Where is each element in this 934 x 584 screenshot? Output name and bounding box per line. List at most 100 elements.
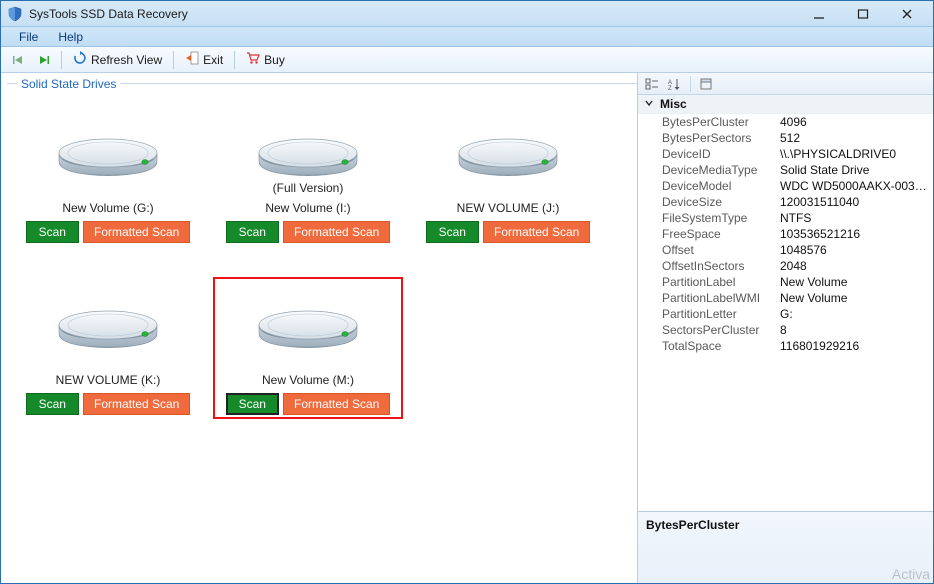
property-pages-icon[interactable]	[696, 75, 716, 93]
cart-icon	[246, 51, 260, 68]
drive-card[interactable]: (Full Version) New Volume (I:) Scan Form…	[213, 105, 403, 247]
property-key: DeviceSize	[662, 195, 780, 209]
toolbar: Refresh View Exit Buy	[1, 47, 933, 73]
scan-button[interactable]: Scan	[26, 221, 79, 243]
buy-button[interactable]: Buy	[241, 49, 290, 70]
formatted-scan-button[interactable]: Formatted Scan	[483, 221, 590, 243]
description-pane: BytesPerCluster	[638, 511, 933, 583]
alphabetical-view-icon[interactable]: AZ	[665, 75, 685, 93]
window-title: SysTools SSD Data Recovery	[29, 7, 797, 21]
property-value: New Volume	[780, 275, 933, 289]
property-row[interactable]: SectorsPerCluster 8	[638, 322, 933, 338]
drive-icon	[453, 109, 563, 181]
property-value: 8	[780, 323, 933, 337]
drive-name: New Volume (G:)	[62, 201, 153, 215]
property-row[interactable]: DeviceID \\.\PHYSICALDRIVE0	[638, 146, 933, 162]
drive-card[interactable]: NEW VOLUME (K:) Scan Formatted Scan	[13, 277, 203, 419]
properties-group-header[interactable]: Misc	[638, 95, 933, 114]
formatted-scan-button[interactable]: Formatted Scan	[283, 221, 390, 243]
nav-next-button[interactable]	[33, 52, 55, 68]
property-row[interactable]: DeviceMediaType Solid State Drive	[638, 162, 933, 178]
drives-pane: Solid State Drives New Volume (G:) Scan …	[1, 73, 637, 583]
properties-grid[interactable]: Misc BytesPerCluster 4096 BytesPerSector…	[638, 95, 933, 511]
property-key: FileSystemType	[662, 211, 780, 225]
menu-file[interactable]: File	[9, 28, 48, 46]
property-row[interactable]: TotalSpace 116801929216	[638, 338, 933, 354]
exit-icon	[185, 51, 199, 68]
property-value: New Volume	[780, 291, 933, 305]
drive-name: New Volume (I:)	[265, 201, 350, 215]
menu-bar: File Help	[1, 27, 933, 47]
drive-icon	[253, 281, 363, 353]
scan-button[interactable]: Scan	[226, 221, 279, 243]
drive-card[interactable]: New Volume (G:) Scan Formatted Scan	[13, 105, 203, 247]
categorized-view-icon[interactable]	[642, 75, 662, 93]
properties-toolbar: AZ	[638, 73, 933, 95]
formatted-scan-button[interactable]: Formatted Scan	[283, 393, 390, 415]
property-row[interactable]: PartitionLetter G:	[638, 306, 933, 322]
drive-icon	[253, 109, 363, 181]
property-key: BytesPerCluster	[662, 115, 780, 129]
drive-icon	[53, 109, 163, 181]
property-value: NTFS	[780, 211, 933, 225]
property-row[interactable]: PartitionLabel New Volume	[638, 274, 933, 290]
property-row[interactable]: FreeSpace 103536521216	[638, 226, 933, 242]
property-row[interactable]: BytesPerSectors 512	[638, 130, 933, 146]
drive-name: NEW VOLUME (J:)	[457, 201, 560, 215]
drive-name: New Volume (M:)	[262, 373, 354, 387]
property-key: DeviceID	[662, 147, 780, 161]
nav-first-button[interactable]	[7, 52, 29, 68]
property-row[interactable]: PartitionLabelWMI New Volume	[638, 290, 933, 306]
property-key: OffsetInSectors	[662, 259, 780, 273]
property-value: 4096	[780, 115, 933, 129]
refresh-label: Refresh View	[91, 53, 162, 67]
scan-button[interactable]: Scan	[426, 221, 479, 243]
property-key: PartitionLabelWMI	[662, 291, 780, 305]
property-value: 512	[780, 131, 933, 145]
properties-group-label: Misc	[660, 97, 687, 111]
formatted-scan-button[interactable]: Formatted Scan	[83, 221, 190, 243]
drive-icon	[53, 281, 163, 353]
formatted-scan-button[interactable]: Formatted Scan	[83, 393, 190, 415]
property-key: DeviceMediaType	[662, 163, 780, 177]
drive-card[interactable]: New Volume (M:) Scan Formatted Scan	[213, 277, 403, 419]
drive-card[interactable]: NEW VOLUME (J:) Scan Formatted Scan	[413, 105, 603, 247]
title-bar: SysTools SSD Data Recovery	[1, 1, 933, 27]
property-value: Solid State Drive	[780, 163, 933, 177]
property-row[interactable]: DeviceModel WDC WD5000AAKX-003CA0 AT	[638, 178, 933, 194]
property-key: DeviceModel	[662, 179, 780, 193]
property-value: \\.\PHYSICALDRIVE0	[780, 147, 933, 161]
property-row[interactable]: Offset 1048576	[638, 242, 933, 258]
property-value: G:	[780, 307, 933, 321]
menu-help[interactable]: Help	[48, 28, 93, 46]
property-row[interactable]: OffsetInSectors 2048	[638, 258, 933, 274]
scan-button[interactable]: Scan	[26, 393, 79, 415]
property-value: 2048	[780, 259, 933, 273]
property-key: BytesPerSectors	[662, 131, 780, 145]
property-key: Offset	[662, 243, 780, 257]
collapse-icon	[644, 97, 654, 111]
minimize-button[interactable]	[797, 3, 841, 25]
property-key: PartitionLetter	[662, 307, 780, 321]
refresh-button[interactable]: Refresh View	[68, 49, 167, 70]
scan-button[interactable]: Scan	[226, 393, 279, 415]
drive-name: NEW VOLUME (K:)	[56, 373, 161, 387]
buy-label: Buy	[264, 53, 285, 67]
svg-text:Z: Z	[668, 86, 672, 91]
property-key: TotalSpace	[662, 339, 780, 353]
app-shield-icon	[7, 6, 23, 22]
maximize-button[interactable]	[841, 3, 885, 25]
refresh-icon	[73, 51, 87, 68]
property-value: 1048576	[780, 243, 933, 257]
property-row[interactable]: DeviceSize 120031511040	[638, 194, 933, 210]
drive-subtitle: (Full Version)	[273, 181, 344, 195]
panel-title: Solid State Drives	[17, 77, 120, 91]
property-key: PartitionLabel	[662, 275, 780, 289]
property-row[interactable]: BytesPerCluster 4096	[638, 114, 933, 130]
exit-button[interactable]: Exit	[180, 49, 228, 70]
property-row[interactable]: FileSystemType NTFS	[638, 210, 933, 226]
property-value: 103536521216	[780, 227, 933, 241]
close-button[interactable]	[885, 3, 929, 25]
exit-label: Exit	[203, 53, 223, 67]
description-title: BytesPerCluster	[646, 518, 739, 532]
